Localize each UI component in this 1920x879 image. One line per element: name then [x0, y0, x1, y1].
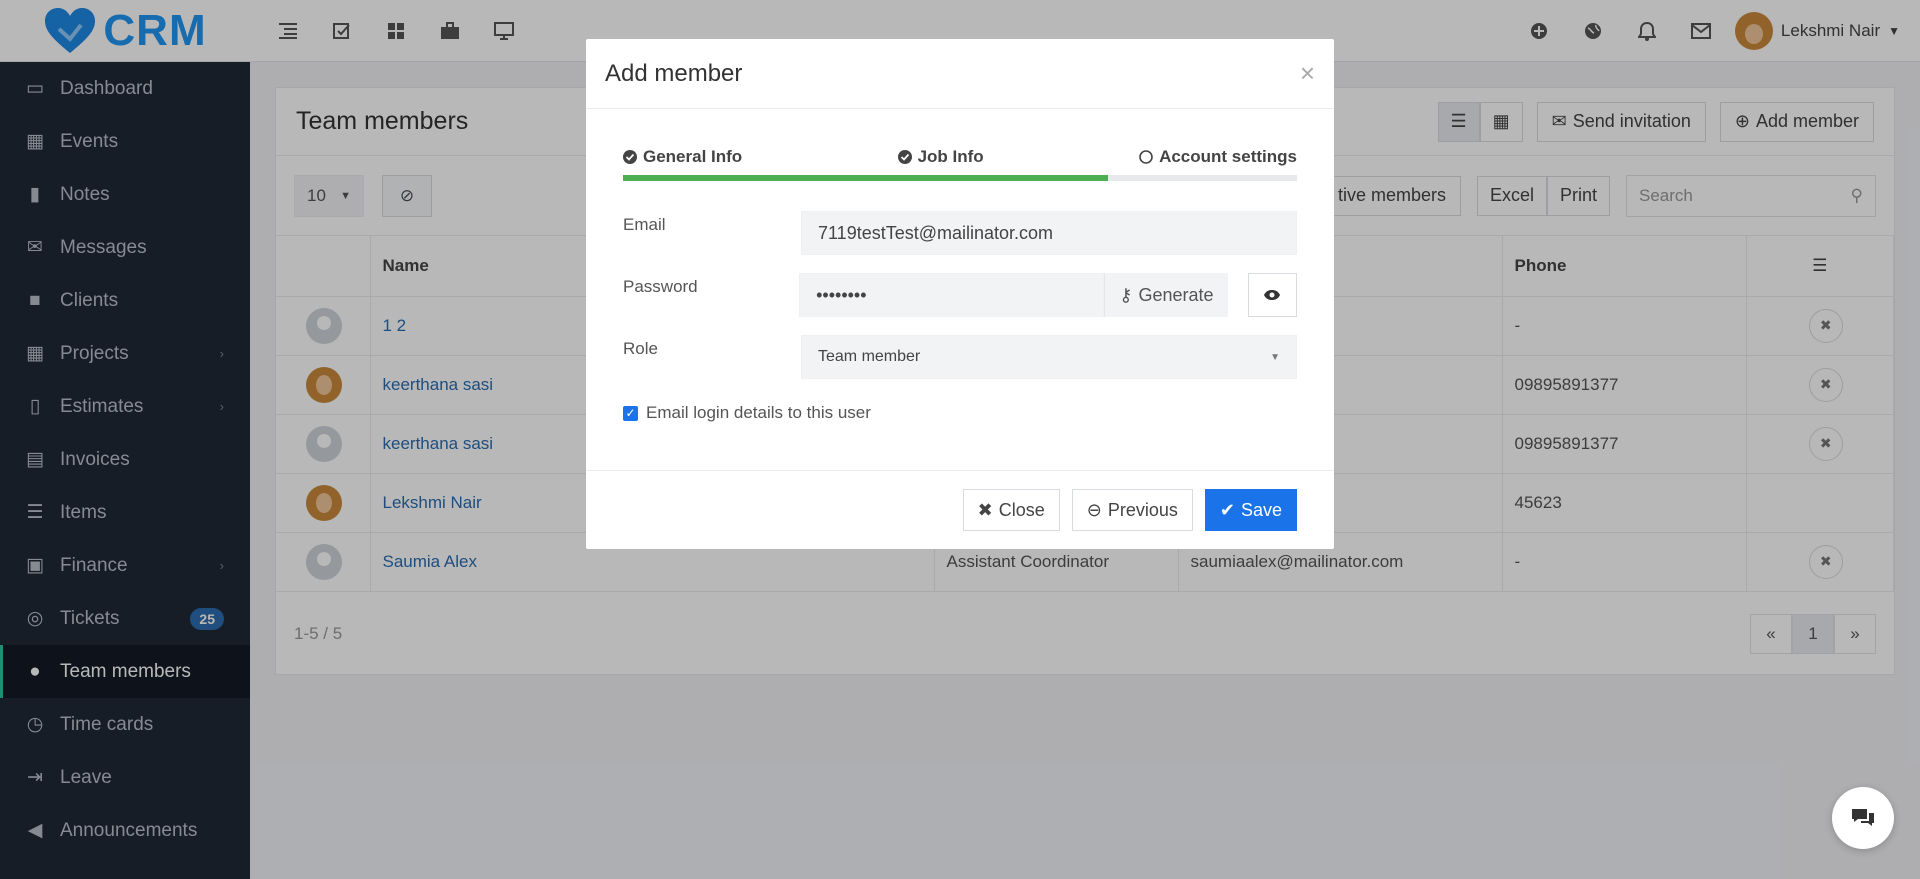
progress-fill: [623, 175, 1109, 181]
email-login-checkbox[interactable]: ✓: [623, 405, 638, 421]
email-field[interactable]: 7119testTest@mailinator.com: [801, 211, 1297, 255]
save-button[interactable]: ✔ Save: [1204, 489, 1297, 531]
close-icon[interactable]: ×: [1300, 58, 1315, 89]
close-button[interactable]: ✖ Close: [962, 489, 1060, 531]
password-label: Password: [623, 277, 698, 296]
previous-button[interactable]: ⊖ Previous: [1071, 489, 1193, 531]
step-label: Account settings: [1159, 147, 1297, 166]
role-value: Team member: [818, 348, 921, 365]
chat-icon: [1852, 809, 1874, 826]
step-label: General Info: [643, 147, 743, 166]
step-general-info[interactable]: General Info: [623, 139, 742, 175]
role-label: Role: [623, 339, 658, 358]
close-label: Close: [998, 499, 1045, 520]
role-select[interactable]: Team member ▼: [801, 335, 1297, 379]
key-icon: ⚷: [1119, 284, 1133, 305]
check-circle-icon: ✔: [1219, 499, 1235, 520]
password-field[interactable]: ••••••••: [799, 273, 1105, 317]
circle-icon: [1139, 150, 1153, 164]
check-circle-icon: [897, 150, 912, 164]
modal-title: Add member: [605, 59, 743, 87]
arrow-left-circle-icon: ⊖: [1086, 499, 1102, 520]
email-label: Email: [623, 215, 666, 234]
email-login-label: Email login details to this user: [646, 403, 871, 422]
generate-password-button[interactable]: ⚷ Generate: [1104, 273, 1228, 317]
wizard-steps: General Info Job Info Account settings: [623, 109, 1297, 175]
step-job-info[interactable]: Job Info: [897, 139, 984, 175]
step-label: Job Info: [917, 147, 984, 166]
show-password-button[interactable]: [1247, 273, 1297, 317]
close-icon: ✖: [977, 499, 993, 520]
save-label: Save: [1240, 499, 1282, 520]
chat-launcher-button[interactable]: [1832, 787, 1894, 849]
previous-label: Previous: [1107, 499, 1178, 520]
step-account-settings[interactable]: Account settings: [1139, 139, 1297, 175]
generate-label: Generate: [1138, 284, 1214, 305]
wizard-progress-bar: [623, 175, 1297, 181]
eye-icon: [1264, 290, 1281, 300]
caret-down-icon: ▼: [1270, 351, 1280, 363]
add-member-modal: Add member × General Info Job Info Accou…: [586, 39, 1334, 549]
check-circle-icon: [623, 150, 637, 164]
